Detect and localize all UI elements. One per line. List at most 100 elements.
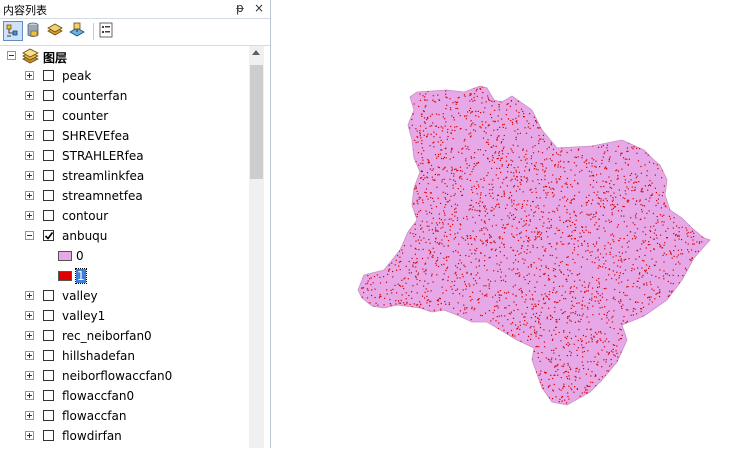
value-1-cell <box>656 119 659 121</box>
layer-row[interactable]: valley1 <box>0 306 249 326</box>
value-1-cell <box>457 371 459 373</box>
layer-visibility-checkbox[interactable] <box>43 410 54 421</box>
legend-class-row[interactable]: 0 <box>0 246 249 266</box>
expand-toggle[interactable] <box>25 191 34 200</box>
layer-row[interactable]: neiborflowaccfan0 <box>0 366 249 386</box>
value-1-cell <box>518 156 520 158</box>
expand-toggle[interactable] <box>25 71 34 80</box>
layer-row[interactable]: anbuqu <box>0 226 249 246</box>
layer-row[interactable]: flowaccfan <box>0 406 249 426</box>
value-1-cell <box>620 152 622 154</box>
value-1-cell <box>653 232 655 234</box>
value-1-cell <box>436 311 438 314</box>
layer-row[interactable]: STRAHLERfea <box>0 146 249 166</box>
layers-root[interactable]: 图层 <box>0 46 249 66</box>
layer-row[interactable]: flowaccfan0 <box>0 386 249 406</box>
value-1-cell <box>689 308 691 310</box>
scroll-up-arrow-icon[interactable] <box>252 50 260 55</box>
layer-row[interactable]: SHREVEfea <box>0 126 249 146</box>
list-by-drawing-order-button[interactable] <box>3 21 23 41</box>
layer-visibility-checkbox[interactable] <box>43 230 54 241</box>
list-by-source-button[interactable] <box>24 21 44 41</box>
scrollbar-thumb[interactable] <box>250 65 263 179</box>
layer-visibility-checkbox[interactable] <box>43 350 54 361</box>
expand-toggle[interactable] <box>25 371 34 380</box>
close-icon[interactable]: × <box>254 1 264 15</box>
expand-toggle[interactable] <box>25 171 34 180</box>
value-1-cell <box>662 374 665 376</box>
pin-icon[interactable]: ᵽ <box>236 1 244 15</box>
value-1-cell <box>519 96 521 98</box>
layer-row[interactable]: peak <box>0 66 249 86</box>
value-1-cell <box>677 275 679 277</box>
value-1-cell <box>402 252 404 254</box>
legend-value-label[interactable]: 0 <box>76 249 84 263</box>
value-1-cell <box>549 403 551 405</box>
layer-visibility-checkbox[interactable] <box>43 370 54 381</box>
value-1-cell <box>415 141 417 144</box>
expand-toggle[interactable] <box>25 351 34 360</box>
value-1-cell <box>692 143 694 145</box>
value-1-cell <box>439 242 441 244</box>
layer-row[interactable]: counter <box>0 106 249 126</box>
layer-row[interactable]: rec_neiborfan0 <box>0 326 249 346</box>
layer-row[interactable]: valley <box>0 286 249 306</box>
expand-toggle[interactable] <box>25 291 34 300</box>
layer-row[interactable]: streamlinkfea <box>0 166 249 186</box>
layer-row[interactable]: counterfan <box>0 86 249 106</box>
layer-visibility-checkbox[interactable] <box>43 90 54 101</box>
layer-visibility-checkbox[interactable] <box>43 210 54 221</box>
legend-class-row[interactable]: 1 <box>0 266 249 286</box>
map-canvas[interactable] <box>272 0 752 448</box>
expand-toggle[interactable] <box>25 391 34 400</box>
value-1-cell <box>424 280 426 282</box>
expand-toggle[interactable] <box>25 91 34 100</box>
expand-toggle[interactable] <box>25 331 34 340</box>
layer-visibility-checkbox[interactable] <box>43 330 54 341</box>
layer-row[interactable]: contour <box>0 206 249 226</box>
value-1-cell <box>483 177 485 179</box>
layer-visibility-checkbox[interactable] <box>43 130 54 141</box>
value-1-cell <box>622 132 624 134</box>
layer-row[interactable]: hillshadefan <box>0 346 249 366</box>
expand-toggle[interactable] <box>25 411 34 420</box>
expand-toggle[interactable] <box>25 111 34 120</box>
value-1-cell <box>620 120 622 122</box>
value-1-cell <box>600 383 602 385</box>
layer-visibility-checkbox[interactable] <box>43 110 54 121</box>
value-1-cell <box>640 388 643 390</box>
value-1-cell <box>441 130 443 132</box>
map-view[interactable] <box>272 0 752 448</box>
layer-visibility-checkbox[interactable] <box>43 170 54 181</box>
layer-row[interactable]: flowdirfan <box>0 426 249 446</box>
collapse-toggle[interactable] <box>7 51 16 60</box>
expand-toggle[interactable] <box>25 431 34 440</box>
tree-scrollbar[interactable] <box>249 46 264 448</box>
list-by-visibility-button[interactable] <box>46 21 66 41</box>
expand-toggle[interactable] <box>25 211 34 220</box>
layer-row[interactable]: streamnetfea <box>0 186 249 206</box>
value-1-cell <box>360 207 362 209</box>
collapse-toggle[interactable] <box>25 231 34 240</box>
options-button[interactable] <box>97 21 117 41</box>
value-1-cell <box>671 362 673 365</box>
layer-visibility-checkbox[interactable] <box>43 290 54 301</box>
value-1-cell <box>677 104 679 106</box>
layer-visibility-checkbox[interactable] <box>43 70 54 81</box>
value-1-cell <box>701 265 703 267</box>
list-by-selection-button[interactable] <box>68 21 88 41</box>
value-1-cell <box>512 262 515 264</box>
expand-toggle[interactable] <box>25 151 34 160</box>
expand-toggle[interactable] <box>25 131 34 140</box>
value-1-cell <box>484 222 486 224</box>
layer-visibility-checkbox[interactable] <box>43 150 54 161</box>
layer-visibility-checkbox[interactable] <box>43 430 54 441</box>
layer-visibility-checkbox[interactable] <box>43 190 54 201</box>
value-1-cell <box>516 407 517 408</box>
legend-value-label[interactable]: 1 <box>75 268 87 284</box>
value-1-cell <box>651 89 654 91</box>
expand-toggle[interactable] <box>25 311 34 320</box>
value-1-cell <box>444 148 446 150</box>
layer-visibility-checkbox[interactable] <box>43 310 54 321</box>
layer-visibility-checkbox[interactable] <box>43 390 54 401</box>
